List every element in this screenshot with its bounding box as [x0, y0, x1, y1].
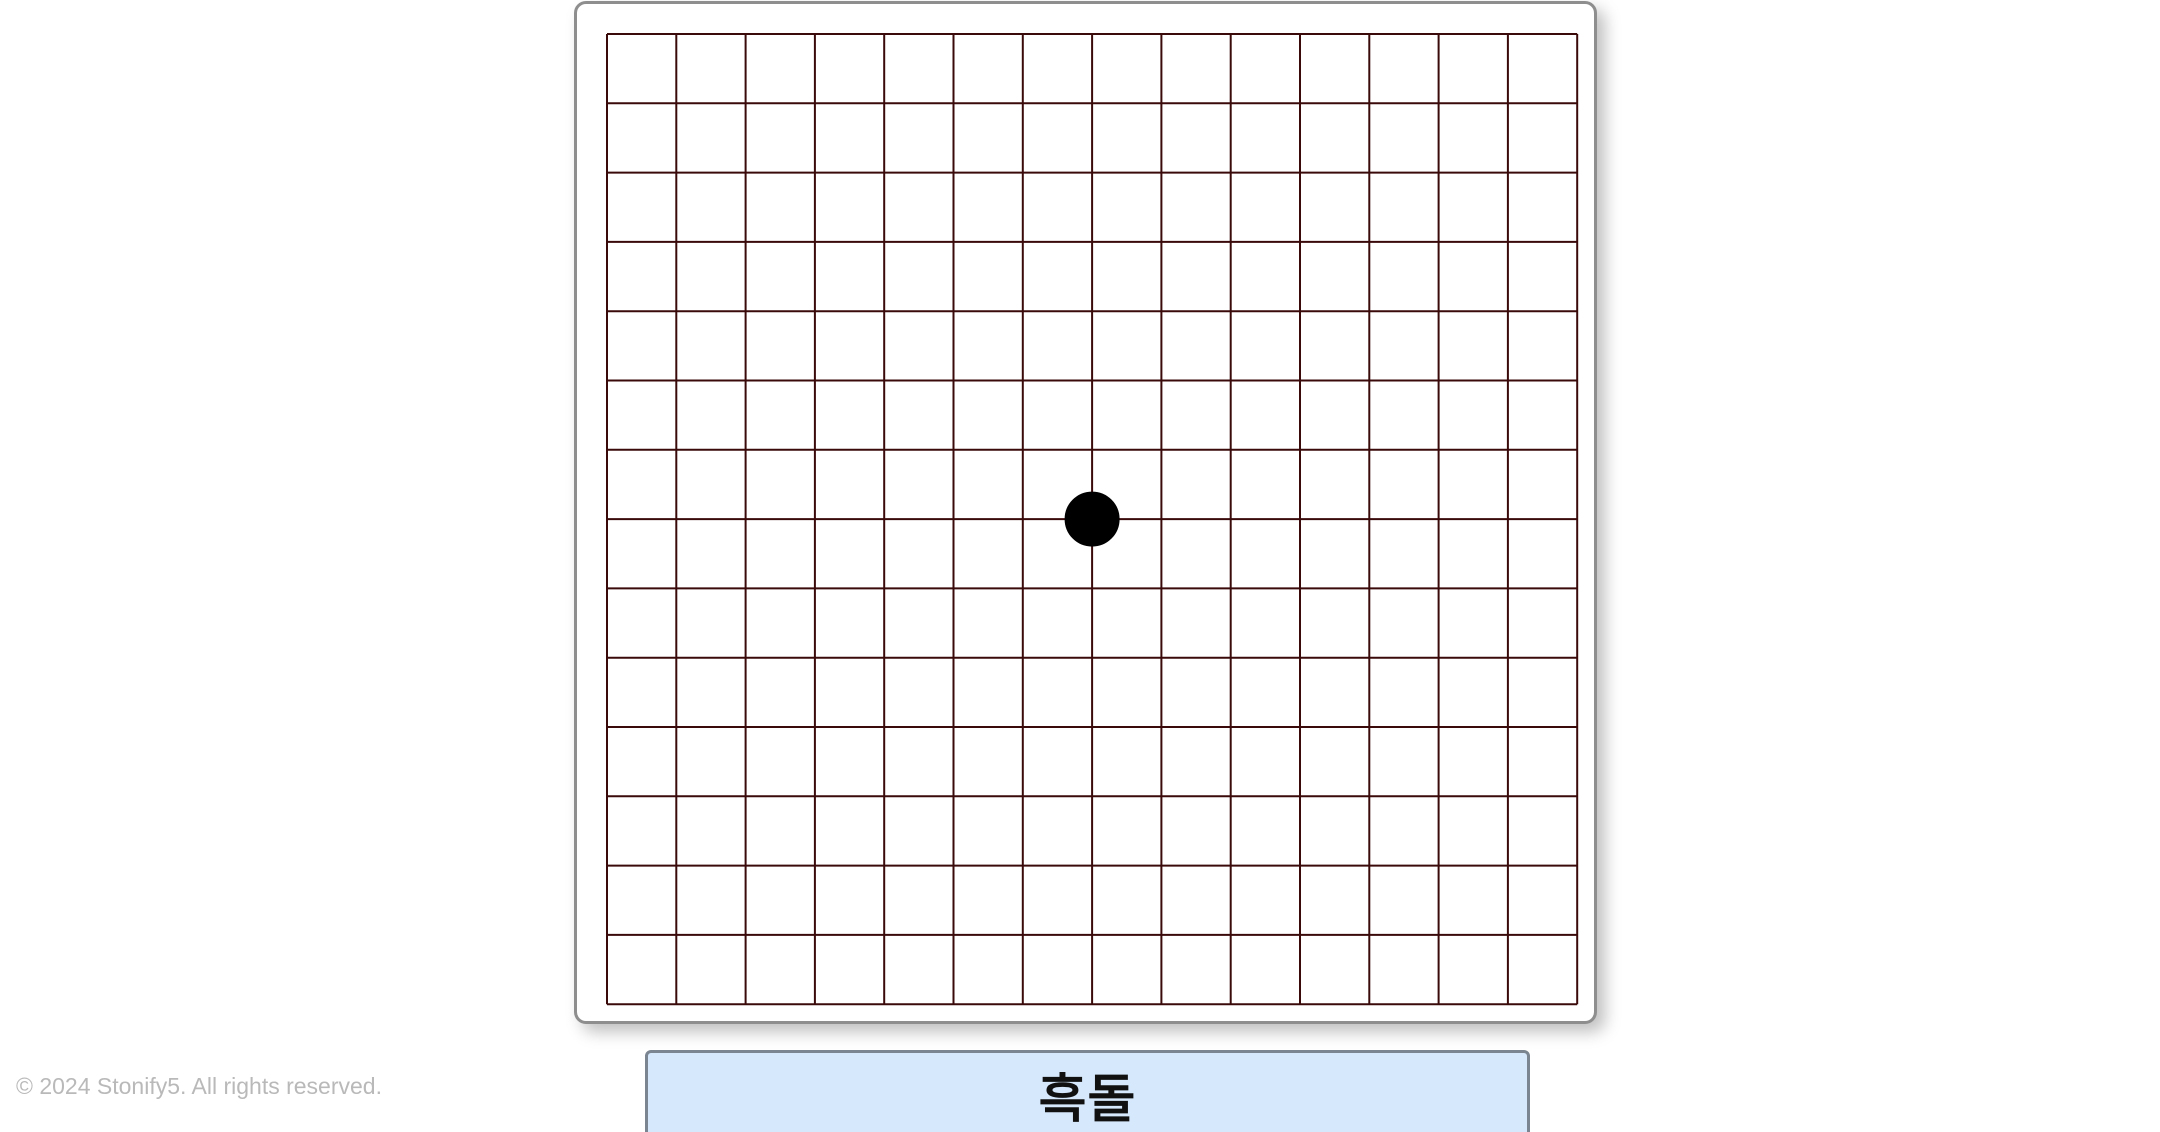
board-grid[interactable] — [577, 4, 1594, 1021]
black-stone — [1064, 491, 1120, 547]
game-screen: 흑돌 © 2024 Stonify5. All rights reserved. — [0, 0, 2160, 1132]
turn-label: 흑돌 — [1038, 1069, 1137, 1130]
copyright-text: © 2024 Stonify5. All rights reserved. — [16, 1073, 382, 1099]
gomoku-board[interactable] — [574, 1, 1597, 1024]
turn-indicator: 흑돌 — [645, 1050, 1530, 1132]
